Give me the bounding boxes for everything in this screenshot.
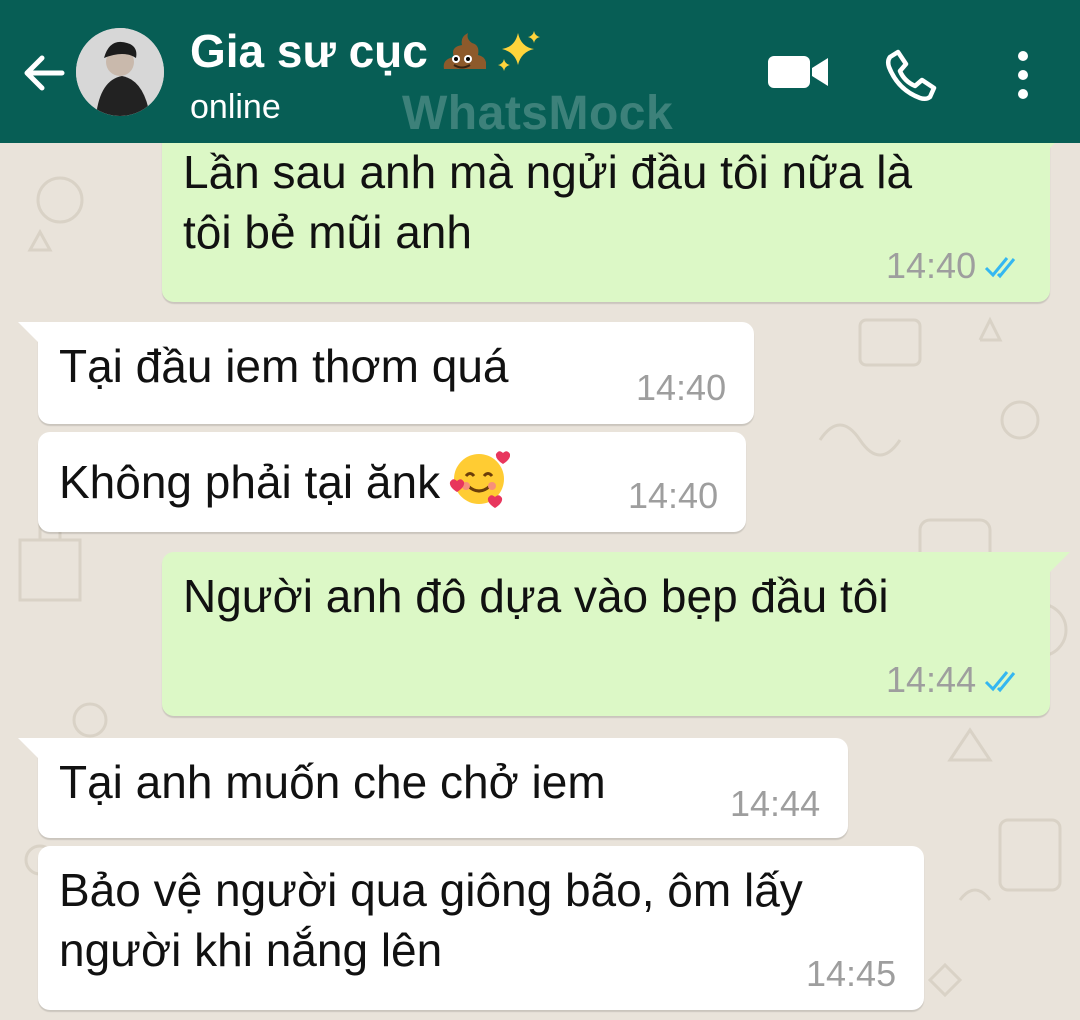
bubble-tail bbox=[18, 738, 38, 758]
bubble-tail bbox=[1050, 552, 1070, 572]
message-time: 14:40 bbox=[636, 367, 727, 408]
message-bubble-incoming[interactable]: Tại anh muốn che chở iem 14:44 bbox=[38, 738, 848, 838]
message-bubble-incoming[interactable]: Tại đầu iem thơm quá 14:40 bbox=[38, 322, 754, 424]
message-bubble-outgoing[interactable]: Người anh đô dựa vào bẹp đầu tôi 14:44 bbox=[162, 552, 1050, 716]
double-check-icon bbox=[985, 671, 1016, 693]
chat-title[interactable]: Gia sư cục bbox=[190, 24, 544, 78]
message-line: người khi nắng lên bbox=[59, 924, 443, 976]
chat-status: online bbox=[190, 88, 281, 126]
message-time: 14:44 bbox=[886, 660, 1022, 700]
vertical-dots-icon[interactable] bbox=[1006, 48, 1040, 102]
message-text: Lần sau anh mà ngửi đầu tôi nữa là tôi b… bbox=[183, 142, 912, 262]
video-camera-icon[interactable] bbox=[766, 52, 830, 92]
message-time: 14:40 bbox=[628, 475, 719, 516]
smiling-face-with-hearts-emoji bbox=[449, 451, 511, 508]
message-time: 14:45 bbox=[806, 953, 897, 994]
sparkles-emoji bbox=[497, 31, 540, 71]
bubble-tail bbox=[18, 322, 38, 342]
message-bubble-incoming[interactable]: Không phải tại ănk 14:40 bbox=[38, 432, 746, 532]
message-time-text: 14:40 bbox=[886, 245, 977, 286]
double-check-icon bbox=[985, 257, 1016, 279]
poo-emoji bbox=[443, 33, 486, 69]
contact-avatar[interactable] bbox=[76, 28, 164, 116]
message-bubble-incoming[interactable]: Bảo vệ người qua giông bão, ôm lấy người… bbox=[38, 846, 924, 1010]
phone-icon[interactable] bbox=[884, 48, 938, 102]
message-time: 14:40 bbox=[886, 246, 1022, 286]
message-line: Bảo vệ người qua giông bão, ôm lấy bbox=[59, 864, 803, 916]
message-line: tôi bẻ mũi anh bbox=[183, 206, 472, 258]
message-text: Tại đầu iem thơm quá bbox=[59, 340, 509, 392]
chat-title-text: Gia sư cục bbox=[190, 25, 428, 77]
message-text: Tại anh muốn che chở iem bbox=[59, 756, 606, 808]
message-text: Bảo vệ người qua giông bão, ôm lấy người… bbox=[59, 860, 803, 980]
message-line: Lần sau anh mà ngửi đầu tôi nữa là bbox=[183, 146, 913, 198]
message-text: Người anh đô dựa vào bẹp đầu tôi bbox=[183, 570, 889, 622]
arrow-left-icon[interactable] bbox=[18, 48, 68, 98]
message-time: 14:44 bbox=[730, 783, 821, 824]
message-text: Không phải tại ănk bbox=[59, 446, 511, 512]
message-bubble-outgoing[interactable]: Lần sau anh mà ngửi đầu tôi nữa là tôi b… bbox=[162, 128, 1050, 302]
message-time-text: 14:44 bbox=[886, 659, 977, 700]
chat-header: Gia sư cục online WhatsMock bbox=[0, 0, 1080, 143]
message-line: Không phải tại ănk bbox=[59, 456, 441, 508]
watermark: WhatsMock bbox=[402, 87, 674, 140]
